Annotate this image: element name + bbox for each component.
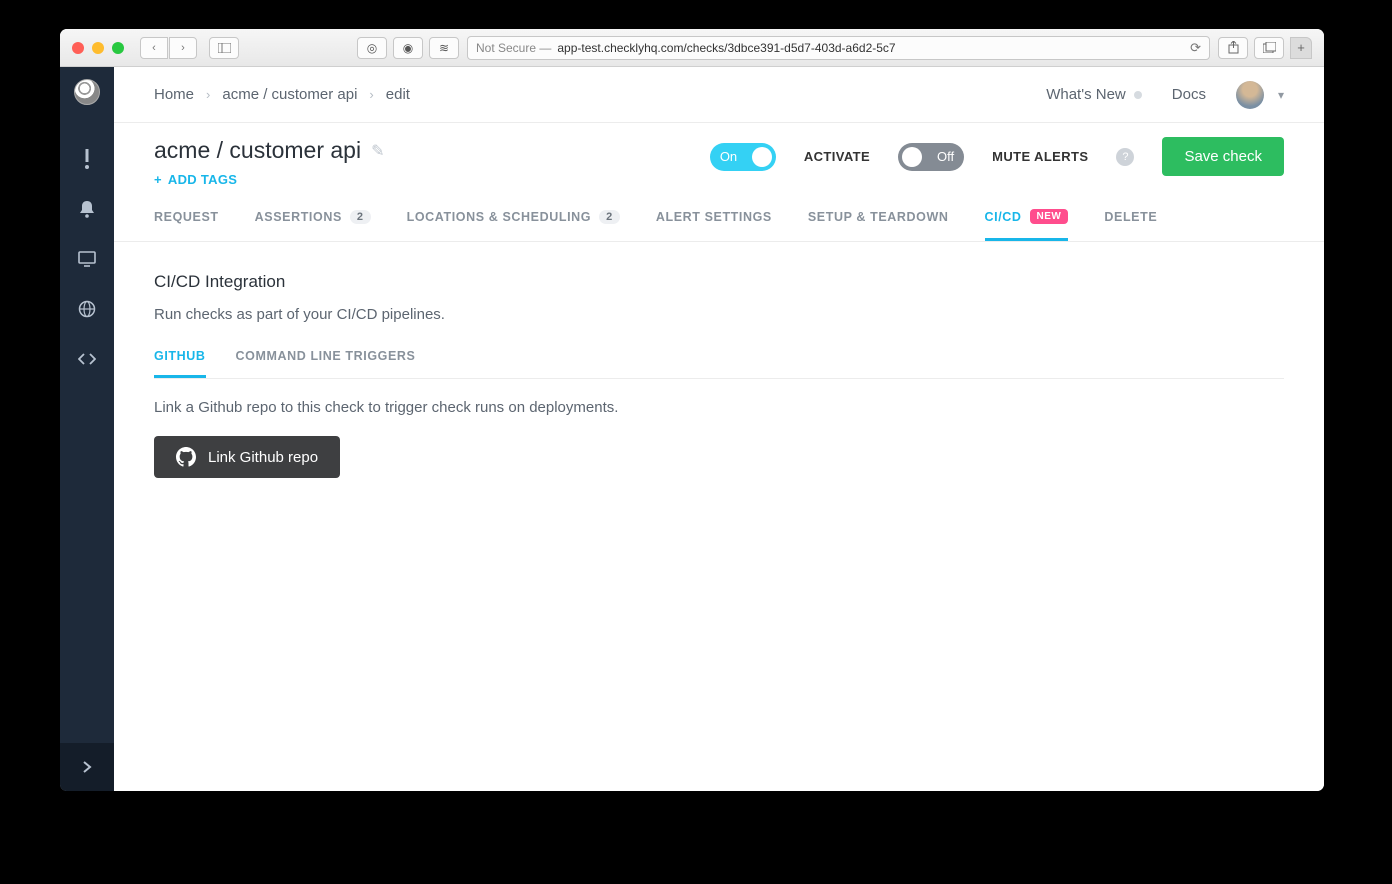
forward-button[interactable]: › [169, 37, 197, 59]
breadcrumb: Home › acme / customer api › edit [154, 86, 410, 103]
tabs-icon[interactable] [1254, 37, 1284, 59]
whats-new-link[interactable]: What's New [1046, 86, 1142, 103]
controls-row: On ACTIVATE Off MUTE ALERTS ? Save check [710, 137, 1284, 176]
activate-label: ACTIVATE [804, 149, 870, 164]
save-button[interactable]: Save check [1162, 137, 1284, 176]
user-menu[interactable]: ▾ [1236, 81, 1284, 109]
toggle-knob [752, 147, 772, 167]
extension-icon[interactable]: ≋ [429, 37, 459, 59]
back-button[interactable]: ‹ [140, 37, 168, 59]
docs-link[interactable]: Docs [1172, 86, 1206, 103]
refresh-icon[interactable]: ⟳ [1190, 40, 1201, 56]
tab-setup-teardown[interactable]: SETUP & TEARDOWN [808, 209, 949, 241]
app-root: Home › acme / customer api › edit What's… [60, 67, 1324, 791]
minimize-window-icon[interactable] [92, 42, 104, 54]
tab-alert-settings[interactable]: ALERT SETTINGS [656, 209, 772, 241]
github-icon [176, 447, 196, 467]
main-area: Home › acme / customer api › edit What's… [114, 67, 1324, 791]
title-row: acme / customer api ✎ + ADD TAGS On ACTI… [114, 123, 1324, 187]
share-icon[interactable] [1218, 37, 1248, 59]
extensions-row: ◎ ◉ ≋ [357, 37, 459, 59]
new-badge: NEW [1030, 209, 1069, 224]
security-status: Not Secure — [476, 41, 551, 55]
avatar [1236, 81, 1264, 109]
url-text: app-test.checklyhq.com/checks/3dbce391-d… [557, 41, 895, 55]
url-bar[interactable]: Not Secure — app-test.checklyhq.com/chec… [467, 36, 1210, 60]
notifications-icon[interactable] [77, 199, 97, 219]
tabs-row: REQUEST ASSERTIONS 2 LOCATIONS & SCHEDUL… [114, 187, 1324, 242]
mute-toggle[interactable]: Off [898, 143, 964, 171]
tab-delete[interactable]: DELETE [1104, 209, 1157, 241]
subtab-cli[interactable]: COMMAND LINE TRIGGERS [236, 349, 416, 378]
maximize-window-icon[interactable] [112, 42, 124, 54]
subtab-github[interactable]: GITHUB [154, 349, 206, 378]
sidebar [60, 67, 114, 791]
alerts-icon[interactable] [77, 149, 97, 169]
logo-icon[interactable] [74, 79, 100, 105]
title-column: acme / customer api ✎ + ADD TAGS [154, 137, 385, 187]
close-window-icon[interactable] [72, 42, 84, 54]
github-description: Link a Github repo to this check to trig… [154, 399, 1284, 416]
status-dot-icon [1134, 91, 1142, 99]
browser-window: ‹ › ◎ ◉ ≋ Not Secure — app-test.checklyh… [60, 29, 1324, 791]
traffic-lights [72, 42, 124, 54]
section-description: Run checks as part of your CI/CD pipelin… [154, 306, 1284, 323]
content-panel: CI/CD Integration Run checks as part of … [114, 242, 1324, 508]
monitor-icon[interactable] [77, 249, 97, 269]
chevron-right-icon: › [206, 87, 210, 102]
extension-icon[interactable]: ◎ [357, 37, 387, 59]
section-title: CI/CD Integration [154, 272, 1284, 292]
code-icon[interactable] [77, 349, 97, 369]
globe-icon[interactable] [77, 299, 97, 319]
sidebar-expand-button[interactable] [60, 743, 114, 791]
chevron-down-icon: ▾ [1278, 88, 1284, 102]
check-title: acme / customer api ✎ [154, 137, 385, 164]
right-browser-tools: + [1218, 37, 1312, 59]
toggle-knob [902, 147, 922, 167]
breadcrumb-home[interactable]: Home [154, 86, 194, 103]
tab-locations[interactable]: LOCATIONS & SCHEDULING 2 [407, 209, 620, 241]
tab-request[interactable]: REQUEST [154, 209, 219, 241]
link-github-button[interactable]: Link Github repo [154, 436, 340, 478]
count-badge: 2 [350, 210, 371, 224]
activate-toggle[interactable]: On [710, 143, 776, 171]
topbar: Home › acme / customer api › edit What's… [114, 67, 1324, 123]
sidebar-toggle-icon[interactable] [209, 37, 239, 59]
edit-icon[interactable]: ✎ [371, 141, 384, 161]
chevron-right-icon: › [369, 87, 373, 102]
mute-label: MUTE ALERTS [992, 149, 1088, 164]
count-badge: 2 [599, 210, 620, 224]
topbar-right: What's New Docs ▾ [1046, 81, 1284, 109]
subtabs-row: GITHUB COMMAND LINE TRIGGERS [154, 349, 1284, 379]
tab-assertions[interactable]: ASSERTIONS 2 [255, 209, 371, 241]
breadcrumb-check[interactable]: acme / customer api [222, 86, 357, 103]
nav-buttons: ‹ › [140, 37, 197, 59]
tab-cicd[interactable]: CI/CD NEW [985, 209, 1069, 241]
add-tags-button[interactable]: + ADD TAGS [154, 172, 385, 187]
help-icon[interactable]: ? [1116, 148, 1134, 166]
browser-chrome: ‹ › ◎ ◉ ≋ Not Secure — app-test.checklyh… [60, 29, 1324, 67]
new-tab-button[interactable]: + [1290, 37, 1312, 59]
extension-icon[interactable]: ◉ [393, 37, 423, 59]
breadcrumb-current: edit [386, 86, 410, 103]
plus-icon: + [154, 172, 162, 187]
